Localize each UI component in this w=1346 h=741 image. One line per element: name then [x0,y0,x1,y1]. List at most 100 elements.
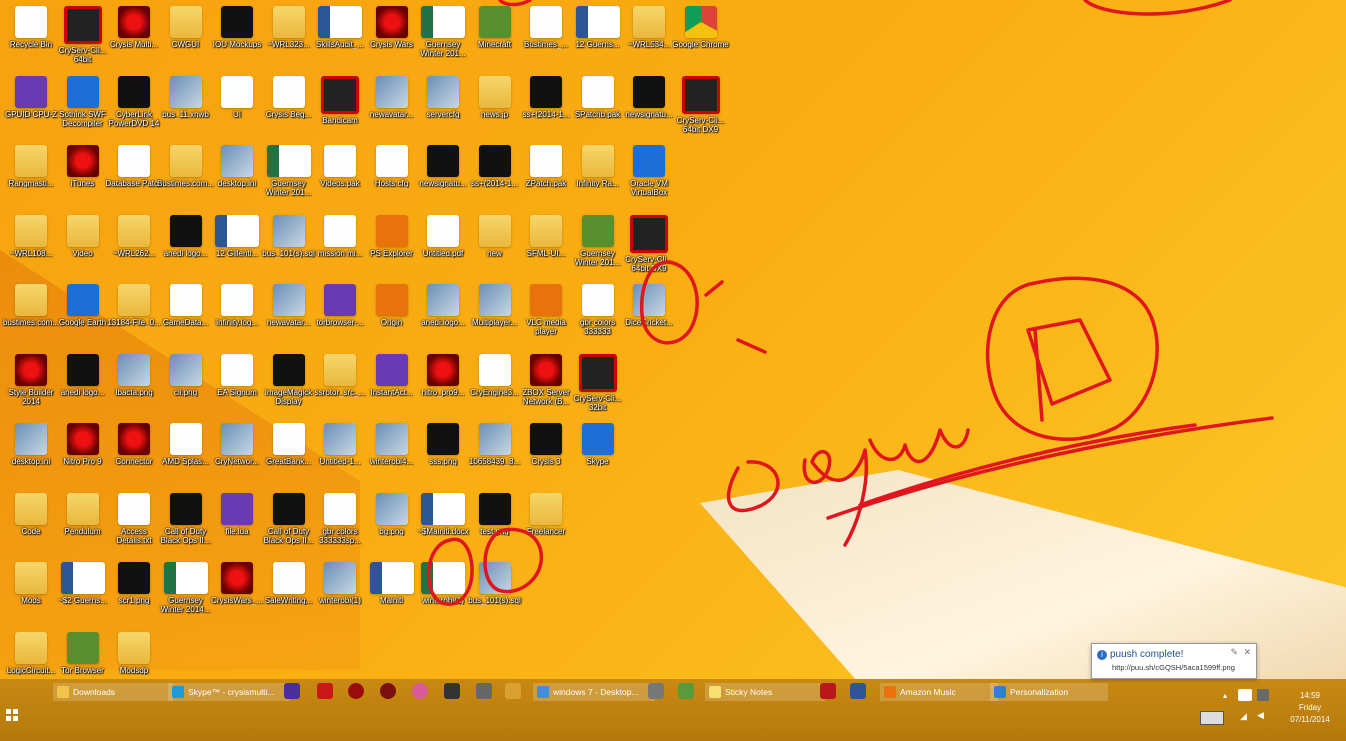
word-icon[interactable] [850,683,866,699]
desktop-icon-skype[interactable]: Skype [569,419,627,483]
taskbar-item-skype[interactable]: Skype™ - crysismulti... [168,683,290,701]
signal-icon[interactable]: ◢ [1240,712,1247,722]
desktop-icon-database-patch[interactable]: Database Patch [105,141,163,205]
desktop-icon-greatbank[interactable]: GreatBank... [260,419,318,483]
desktop-icon-gamedata[interactable]: GameData... [157,280,215,344]
desktop-icon-cryengine3[interactable]: CryEngine3... [466,350,524,414]
desktop-icon-freelancer[interactable]: Freelancer [517,489,575,553]
desktop-icon-origin[interactable]: Origin [363,280,421,344]
app-icon[interactable] [284,683,300,699]
desktop-icon-crysis-wars[interactable]: Crysis Wars [363,2,421,66]
desktop-icon-sothink-swf-decompiler[interactable]: Sothink SWF Decompiler [54,72,112,136]
desktop-icon-mission-mi[interactable]: mission mi... [311,211,369,275]
desktop-icon-recycle-bin[interactable]: Recycle Bin [2,2,60,66]
taskbar-item-personalization[interactable]: Personalization [990,683,1108,701]
desktop-icon-mods[interactable]: Mods [2,558,60,622]
desktop-icon-bus-11-xnwb[interactable]: bus_11.xnwb [157,72,215,136]
desktop-icon-10658439-8[interactable]: 10658439_8... [466,419,524,483]
desktop-icon-zbox-server-network-b[interactable]: ZBOX Server Network (B... [517,350,575,414]
puush-notification[interactable]: i puush complete! http://puu.sh/cGQSH/5a… [1091,643,1257,679]
crysis-icon[interactable] [380,683,396,699]
desktop-icon-torbrowser[interactable]: torbrowser-... [311,280,369,344]
desktop-icon-pendulum[interactable]: Pendulum [54,489,112,553]
desktop-icon-nitro-pro9[interactable]: nitro_pro9... [414,350,472,414]
desktop-icon-scr1-png[interactable]: scr1.png [105,558,163,622]
desktop-icon-bustimes-com[interactable]: bustimes.com... [2,280,60,344]
desktop-icon-winterobi4[interactable]: winterobi4... [363,419,421,483]
desktop-icon-minecraft[interactable]: Minecraft [466,2,524,66]
close-icon[interactable]: ✕ [1243,647,1251,658]
desktop-icon-wrl534[interactable]: ~WRL534... [620,2,678,66]
desktop-icon-sfml-ui[interactable]: SFML-UI... [517,211,575,275]
app-icon[interactable] [505,683,521,699]
desktop-icon-untitled-pdf[interactable]: Untitled.pdf [414,211,472,275]
app-icon[interactable] [820,683,836,699]
pin-icon[interactable]: ✎ [1230,647,1238,658]
desktop-icon-guernsey-winter-2014[interactable]: Guernsey Winter 2014... [157,558,215,622]
desktop-icon-gbr-colors-333333[interactable]: gbr colors 333333 [569,280,627,344]
desktop-icon-ssrotor-src[interactable]: ssrotor_src_... [311,350,369,414]
volume-icon[interactable]: ◀ [1257,711,1264,721]
clock[interactable]: 14:59 Friday 07/11/2014 [1278,690,1342,726]
desktop-icon-dicecricket[interactable]: DiceCricket... [620,280,678,344]
desktop-icon-cryserv-cli-32bit[interactable]: CryServ-Cli... 32bit [569,350,627,414]
desktop-icon-ui[interactable]: UI [208,72,266,136]
desktop-icon-salewriting[interactable]: SaleWriting... [260,558,318,622]
desktop-icon-desktop-ini[interactable]: desktop.ini [2,419,60,483]
desktop-icon-bustimes-com[interactable]: Bustimes.com... [157,141,215,205]
desktop-icon-guernsey-winter-201[interactable]: Guernsey Winter 201... [569,211,627,275]
desktop-icon-crysis-beg[interactable]: Crysis Beg... [260,72,318,136]
desktop-icon-12-guerns[interactable]: 12 Guerns... [569,2,627,66]
desktop-icon-newsignatu[interactable]: newsignatu... [620,72,678,136]
windows-start-icon[interactable] [6,709,18,721]
desktop-icon-access-details-txt[interactable]: Access Details.txt [105,489,163,553]
desktop-icon-itunes[interactable]: iTunes [54,141,112,205]
desktop-icon-bus-101-s-sql[interactable]: bus_101(s).sql [260,211,318,275]
desktop-icon-cwgui[interactable]: CWGUI [157,2,215,66]
desktop-icon-cryserv-cli-64bit-dx9[interactable]: CryServ-Cli... 64bit DX9 [672,72,730,136]
desktop-icon-mainiti-docx[interactable]: ~$Mainiti.docx [414,489,472,553]
desktop-icon-gpuid-cpu-z[interactable]: GPUID CPU-Z [2,72,60,136]
desktop-icon-call-of-duty-black-ops-ii[interactable]: Call of Duty Black Ops II... [260,489,318,553]
desktop-icon-crysis-multi[interactable]: Crysis Multi... [105,2,163,66]
app-icon[interactable] [444,683,460,699]
desktop-icon-zpatch-pak[interactable]: ZPatch.pak [517,141,575,205]
desktop-icon-cli-png[interactable]: cli.png [157,350,215,414]
desktop-icon-gbr-colors-333333sp[interactable]: gbr colors 333333sp... [311,489,369,553]
desktop-icon-vlc-media-player[interactable]: VLC media player [517,280,575,344]
desktop-icon-newavatar[interactable]: newavatar... [363,72,421,136]
desktop-icon-ps-explorer[interactable]: PS Explorer [363,211,421,275]
desktop-icon-newavatar[interactable]: newavatar... [260,280,318,344]
desktop-icon-crynetwor[interactable]: CryNetwor... [208,419,266,483]
desktop-icon-hosts-cfg[interactable]: Hosts.cfg [363,141,421,205]
desktop-icon-oracle-vm-virtualbox[interactable]: Oracle VM VirtualBox [620,141,678,205]
desktop-icon-rangmasti[interactable]: Rangmasti... [2,141,60,205]
desktop-icon-google-earth[interactable]: Google Earth [54,280,112,344]
desktop-icon-news-jp[interactable]: news.jp [466,72,524,136]
desktop-icon-infinity-ra[interactable]: Infinity Ra... [569,141,627,205]
desktop-icon-connector[interactable]: Connector [105,419,163,483]
desktop-icon-bus-101-s-sql[interactable]: bus_101(s).sql [466,558,524,622]
desktop-icon-amd-splas[interactable]: AMD Splas... [157,419,215,483]
desktop-icon-crysiswars[interactable]: CrysisWars_... [208,558,266,622]
desktop-icon-cryserv-cli-64bit[interactable]: CryServ-Cli... 64bit [54,2,112,66]
desktop-icon-spatchb-pak[interactable]: SPatchb.pak [569,72,627,136]
desktop-icon-google-chrome[interactable]: Google Chrome [672,2,730,66]
desktop-icon-2-guerns[interactable]: ~$2 Guerns... [54,558,112,622]
desktop-icon-bustimes[interactable]: Bustimes_... [517,2,575,66]
desktop-icon-newsignatu[interactable]: newsignatu... [414,141,472,205]
desktop-icon-infinity-log[interactable]: Infinity.log... [208,280,266,344]
desktop-icon-ss-2014-1[interactable]: ss+(2014-1... [466,141,524,205]
desktop-icon-mainiti[interactable]: Mainiti [363,558,421,622]
network-icon[interactable] [1257,689,1269,701]
desktop-icon-13184-file-0[interactable]: 13184-File_0... [105,280,163,344]
app-icon[interactable] [648,683,664,699]
desktop-icon-12-gillenti[interactable]: 12 Gillenti... [208,211,266,275]
desktop-icon-servercfg[interactable]: servercfg [414,72,472,136]
desktop-icon-anedi-logo[interactable]: anedi logo... [54,350,112,414]
desktop-icon-file-lua[interactable]: file.lua [208,489,266,553]
chevron-up-icon[interactable]: ▴ [1223,691,1227,700]
desktop-icon-ss-2014-1[interactable]: ss+(2014-1... [517,72,575,136]
desktop-icon-bg-png[interactable]: bg.png [363,489,421,553]
puush-tray-icon[interactable] [1238,689,1252,701]
